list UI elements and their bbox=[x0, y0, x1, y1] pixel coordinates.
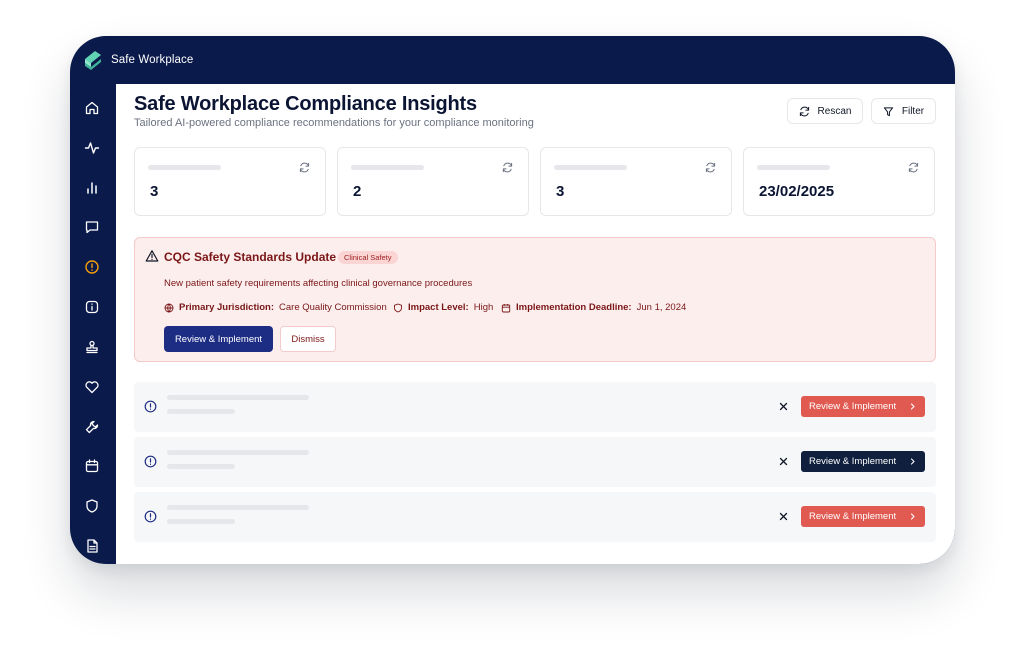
close-icon[interactable] bbox=[779, 402, 788, 411]
jurisdiction-label: Primary Jurisdiction: bbox=[179, 302, 275, 313]
stat-card: 23/02/2025 bbox=[743, 147, 935, 216]
close-icon[interactable] bbox=[779, 512, 788, 521]
main-content: Safe Workplace Compliance Insights Tailo… bbox=[116, 84, 955, 564]
row-subtitle-placeholder bbox=[167, 464, 235, 469]
refresh-icon[interactable] bbox=[705, 162, 716, 173]
sidebar bbox=[70, 84, 116, 564]
alert-category-badge: Clinical Safety bbox=[338, 251, 398, 264]
rescan-button[interactable]: Rescan bbox=[787, 98, 863, 124]
page-subtitle: Tailored AI-powered compliance recommend… bbox=[134, 117, 534, 129]
review-implement-button[interactable]: Review & Implement bbox=[801, 506, 925, 527]
filter-icon bbox=[883, 106, 894, 116]
stat-label-placeholder bbox=[757, 165, 830, 170]
shield-icon bbox=[394, 303, 402, 312]
alert-circle-icon bbox=[144, 400, 157, 413]
logo-icon bbox=[85, 51, 101, 70]
recommendation-row: Review & Implement bbox=[134, 437, 936, 487]
deadline-label: Implementation Deadline: bbox=[516, 302, 632, 313]
deadline-value: Jun 1, 2024 bbox=[636, 302, 687, 313]
stat-card: 2 bbox=[337, 147, 529, 216]
review-implement-label: Review & Implement bbox=[809, 456, 897, 467]
globe-icon bbox=[164, 303, 174, 313]
page-title: Safe Workplace Compliance Insights bbox=[134, 93, 477, 115]
activity-icon[interactable] bbox=[84, 140, 100, 156]
dismiss-button[interactable]: Dismiss bbox=[280, 326, 336, 352]
refresh-icon[interactable] bbox=[502, 162, 513, 173]
stat-label-placeholder bbox=[554, 165, 627, 170]
stat-label-placeholder bbox=[351, 165, 424, 170]
app-window: Safe Workplace Safe Workplace Compliance… bbox=[70, 36, 955, 564]
calendar-icon[interactable] bbox=[84, 458, 100, 474]
filter-button[interactable]: Filter bbox=[871, 98, 936, 124]
row-subtitle-placeholder bbox=[167, 409, 235, 414]
bar-chart-icon[interactable] bbox=[84, 180, 100, 196]
filter-label: Filter bbox=[901, 105, 925, 117]
stat-label-placeholder bbox=[148, 165, 221, 170]
stat-card: 3 bbox=[134, 147, 326, 216]
alert-title: CQC Safety Standards Update bbox=[164, 250, 337, 264]
chevron-right-icon bbox=[910, 513, 915, 520]
refresh-icon[interactable] bbox=[299, 162, 310, 173]
info-icon[interactable] bbox=[84, 299, 100, 315]
stat-value: 3 bbox=[150, 183, 159, 200]
review-implement-button[interactable]: Review & Implement bbox=[801, 396, 925, 417]
rescan-label: Rescan bbox=[817, 105, 852, 117]
calendar-icon bbox=[501, 303, 511, 312]
top-bar: Safe Workplace bbox=[70, 36, 955, 84]
jurisdiction-value: Care Quality Commission bbox=[279, 302, 387, 313]
featured-alert-card: CQC Safety Standards Update Clinical Saf… bbox=[134, 237, 936, 362]
alert-impact: Impact Level: High bbox=[393, 302, 493, 313]
chevron-right-icon bbox=[910, 458, 915, 465]
alert-description: New patient safety requirements affectin… bbox=[164, 278, 473, 289]
alert-circle-icon bbox=[144, 455, 157, 468]
file-icon[interactable] bbox=[84, 538, 100, 554]
alert-jurisdiction: Primary Jurisdiction: Care Quality Commi… bbox=[164, 302, 387, 313]
row-title-placeholder bbox=[167, 395, 309, 400]
brand-name: Safe Workplace bbox=[111, 54, 194, 66]
review-implement-label: Review & Implement bbox=[809, 401, 897, 412]
chevron-right-icon bbox=[910, 403, 915, 410]
stat-value: 23/02/2025 bbox=[759, 183, 835, 200]
stat-value: 2 bbox=[353, 183, 362, 200]
review-implement-button[interactable]: Review & Implement bbox=[801, 451, 925, 472]
stat-card: 3 bbox=[540, 147, 732, 216]
refresh-icon bbox=[799, 106, 809, 116]
recommendation-row: Review & Implement bbox=[134, 492, 936, 542]
stat-value: 3 bbox=[556, 183, 565, 200]
refresh-icon[interactable] bbox=[908, 162, 919, 173]
row-subtitle-placeholder bbox=[167, 519, 235, 524]
shield-icon[interactable] bbox=[84, 498, 100, 514]
alert-deadline: Implementation Deadline: Jun 1, 2024 bbox=[501, 302, 686, 313]
review-implement-button[interactable]: Review & Implement bbox=[164, 326, 273, 352]
wrench-icon[interactable] bbox=[84, 419, 100, 435]
row-title-placeholder bbox=[167, 450, 309, 455]
alert-circle-icon bbox=[144, 510, 157, 523]
warning-icon bbox=[145, 249, 159, 263]
message-icon[interactable] bbox=[84, 219, 100, 235]
impact-value: High bbox=[473, 302, 494, 313]
heart-icon[interactable] bbox=[84, 379, 100, 395]
alert-circle-icon[interactable] bbox=[84, 259, 100, 275]
recommendation-row: Review & Implement bbox=[134, 382, 936, 432]
home-icon[interactable] bbox=[84, 100, 100, 116]
stamp-icon[interactable] bbox=[84, 339, 100, 355]
review-implement-label: Review & Implement bbox=[809, 511, 897, 522]
row-title-placeholder bbox=[167, 505, 309, 510]
impact-label: Impact Level: bbox=[408, 302, 469, 313]
close-icon[interactable] bbox=[779, 457, 788, 466]
